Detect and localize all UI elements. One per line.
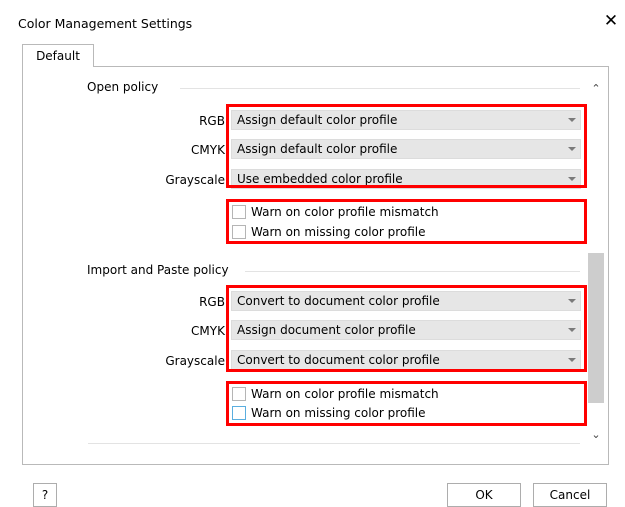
import-grayscale-value: Convert to document color profile [237, 353, 440, 367]
title-bar: Color Management Settings ✕ [0, 0, 625, 40]
open-mismatch-label: Warn on color profile mismatch [251, 205, 439, 219]
chevron-down-icon [568, 328, 576, 332]
import-grayscale-label: Grayscale: [165, 354, 229, 368]
chevron-down-icon [568, 299, 576, 303]
import-cmyk-value: Assign document color profile [237, 323, 416, 337]
checkbox-icon[interactable] [232, 387, 246, 401]
cancel-button[interactable]: Cancel [533, 483, 607, 507]
help-button[interactable]: ? [33, 483, 57, 507]
open-rgb-label: RGB: [199, 114, 229, 128]
tab-default[interactable]: Default [22, 44, 94, 67]
ok-button[interactable]: OK [447, 483, 521, 507]
open-policy-heading: Open policy [87, 80, 159, 94]
section-divider [88, 443, 580, 444]
scrollbar-thumb[interactable] [588, 253, 604, 403]
checkbox-icon[interactable] [232, 406, 246, 420]
import-cmyk-select[interactable]: Assign document color profile [231, 320, 581, 340]
import-cmyk-label: CMYK: [191, 324, 229, 338]
window-title: Color Management Settings [18, 16, 193, 31]
scroll-down-icon[interactable]: ⌄ [589, 428, 603, 442]
open-grayscale-label: Grayscale: [165, 173, 229, 187]
chevron-down-icon [568, 118, 576, 122]
open-missing-label: Warn on missing color profile [251, 225, 426, 239]
open-cmyk-label: CMYK: [191, 143, 229, 157]
import-policy-divider [245, 271, 580, 272]
close-button[interactable]: ✕ [602, 12, 620, 30]
chevron-down-icon [568, 147, 576, 151]
open-grayscale-select[interactable]: Use embedded color profile [231, 169, 581, 189]
import-policy-heading: Import and Paste policy [87, 263, 229, 277]
chevron-down-icon [568, 358, 576, 362]
checkbox-icon[interactable] [232, 205, 246, 219]
import-rgb-select[interactable]: Convert to document color profile [231, 291, 581, 311]
import-missing-label: Warn on missing color profile [251, 406, 426, 420]
chevron-down-icon [568, 177, 576, 181]
open-rgb-select[interactable]: Assign default color profile [231, 110, 581, 130]
open-cmyk-select[interactable]: Assign default color profile [231, 139, 581, 159]
open-grayscale-value: Use embedded color profile [237, 172, 403, 186]
import-rgb-label: RGB: [199, 295, 229, 309]
import-grayscale-select[interactable]: Convert to document color profile [231, 350, 581, 370]
scroll-up-icon[interactable]: ⌃ [589, 82, 603, 96]
import-mismatch-label: Warn on color profile mismatch [251, 387, 439, 401]
open-rgb-value: Assign default color profile [237, 113, 398, 127]
open-policy-divider [180, 88, 580, 89]
open-cmyk-value: Assign default color profile [237, 142, 398, 156]
checkbox-icon[interactable] [232, 225, 246, 239]
import-rgb-value: Convert to document color profile [237, 294, 440, 308]
